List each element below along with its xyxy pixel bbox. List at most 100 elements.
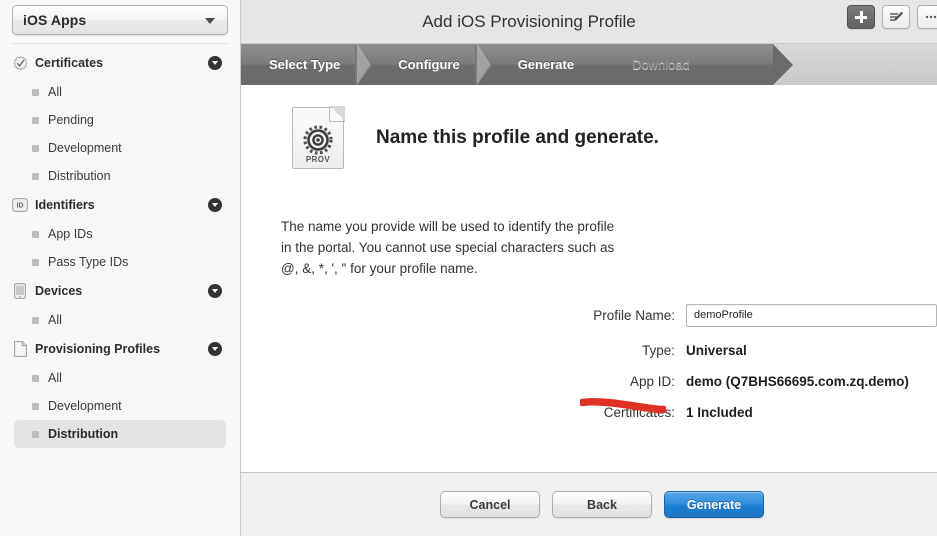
team-selector-label: iOS Apps	[23, 12, 87, 28]
edit-button[interactable]	[882, 5, 910, 29]
chevron-down-icon	[205, 18, 215, 24]
profile-form: Profile Name: Type: Universal App ID: demo (…	[241, 303, 937, 420]
bullet-icon	[32, 430, 39, 438]
field-label-profile-name: Profile Name:	[593, 307, 675, 323]
chevron-down-circle-icon[interactable]	[208, 284, 222, 298]
sidebar-section-label: Devices	[35, 284, 83, 298]
sidebar-section-provisioning-profiles[interactable]: Provisioning Profiles	[0, 334, 240, 364]
footer-actions: Cancel Back Generate	[241, 472, 937, 536]
sidebar-item-label: All	[48, 313, 62, 327]
step-select-type[interactable]: Select Type	[241, 44, 372, 85]
sidebar-section-label: Identifiers	[35, 198, 95, 212]
page-title: Add iOS Provisioning Profile	[422, 11, 636, 31]
chevron-down-circle-icon[interactable]	[208, 342, 222, 356]
bullet-icon	[32, 402, 39, 410]
sidebar: iOS Apps Certificates All Pending Developme…	[0, 0, 241, 536]
sidebar-item-distribution[interactable]: Distribution	[14, 420, 226, 448]
step-configure[interactable]: Configure	[370, 44, 491, 85]
sidebar-section-label: Certificates	[35, 56, 104, 70]
sidebar-item-label: Distribution	[48, 427, 119, 441]
sidebar-item-development[interactable]: Development	[14, 392, 226, 420]
phone-icon	[12, 283, 28, 299]
sidebar-item-development[interactable]: Development	[14, 134, 226, 162]
sidebar-item-pass-type-ids[interactable]: Pass Type IDs	[14, 248, 226, 276]
field-label-type: Type:	[641, 342, 675, 358]
icon-caption: PROV	[305, 155, 331, 164]
step-generate[interactable]: Generate	[490, 44, 604, 85]
content-area: PROV Name this profile and generate. The…	[241, 85, 937, 472]
document-icon	[12, 341, 28, 357]
bullet-icon	[32, 258, 39, 266]
sidebar-section-devices[interactable]: Devices	[0, 276, 240, 306]
more-button[interactable]	[917, 5, 937, 29]
sidebar-item-label: Development	[48, 399, 122, 413]
bullet-icon	[32, 172, 39, 180]
profile-name-input[interactable]	[686, 303, 937, 327]
step-separator-icon	[357, 44, 372, 85]
generate-button[interactable]: Generate	[664, 491, 764, 518]
field-value: 1 Included	[686, 404, 753, 420]
sidebar-section-label: Provisioning Profiles	[35, 342, 161, 356]
sidebar-item-label: Development	[48, 141, 122, 155]
sidebar-item-label: Pass Type IDs	[48, 255, 129, 269]
form-row: Certificates: 1 Included	[241, 405, 937, 420]
sidebar-item-label: All	[48, 371, 62, 385]
cancel-button[interactable]: Cancel	[440, 491, 540, 518]
bullet-icon	[32, 230, 39, 238]
sidebar-item-all[interactable]: All	[14, 364, 226, 392]
team-selector-wrap: iOS Apps	[0, 0, 240, 35]
content-header: PROV Name this profile and generate.	[241, 106, 937, 169]
sidebar-item-all[interactable]: All	[14, 78, 226, 106]
sidebar-item-label: App IDs	[48, 227, 93, 241]
certificate-seal-icon	[12, 55, 28, 71]
chevron-down-circle-icon[interactable]	[208, 56, 222, 70]
main-panel: Add iOS Provisioning Profile Select Type…	[241, 0, 937, 536]
field-value: Universal	[686, 342, 747, 358]
page-fold	[329, 106, 345, 122]
titlebar-actions	[847, 5, 937, 29]
provisioning-profile-icon: PROV	[292, 106, 345, 169]
step-label: Download	[632, 57, 690, 72]
sidebar-item-all[interactable]: All	[14, 306, 226, 334]
step-download[interactable]: Download	[604, 44, 720, 85]
id-badge-icon: ID	[12, 197, 28, 213]
bullet-icon	[32, 88, 39, 96]
more-icon	[925, 15, 937, 19]
bullet-icon	[32, 144, 39, 152]
sidebar-section-identifiers[interactable]: ID Identifiers	[0, 190, 240, 220]
bullet-icon	[32, 374, 39, 382]
field-label-app-id: App ID:	[629, 373, 675, 389]
bullet-icon	[32, 116, 39, 124]
sidebar-item-label: Distribution	[48, 169, 111, 183]
plus-icon	[855, 11, 867, 23]
sidebar-item-app-ids[interactable]: App IDs	[14, 220, 226, 248]
app-window: iOS Apps Certificates All Pending Developme…	[0, 0, 937, 536]
sidebar-item-label: Pending	[48, 113, 94, 127]
sidebar-section-certificates[interactable]: Certificates	[0, 48, 240, 78]
sidebar-item-distribution[interactable]: Distribution	[14, 162, 226, 190]
team-selector[interactable]: iOS Apps	[12, 5, 228, 35]
field-label-certificates: Certificates:	[603, 404, 675, 420]
back-button[interactable]: Back	[552, 491, 652, 518]
gear-icon	[303, 125, 333, 155]
step-label: Generate	[517, 57, 575, 72]
content-description: The name you provide will be used to ide…	[281, 219, 615, 276]
sidebar-nav: Certificates All Pending Development Distrib…	[0, 44, 240, 448]
field-value: demo (Q7BHS66695.com.zq.demo)	[686, 373, 909, 389]
step-label: Configure	[398, 57, 460, 72]
svg-text:ID: ID	[17, 203, 24, 210]
form-row: Profile Name:	[241, 303, 937, 327]
step-breadcrumb: Select Type Configure Generate Download	[241, 44, 937, 85]
add-button[interactable]	[847, 5, 875, 29]
titlebar: Add iOS Provisioning Profile	[241, 0, 937, 44]
chevron-down-circle-icon[interactable]	[208, 198, 222, 212]
content-heading: Name this profile and generate.	[376, 127, 659, 148]
form-row: Type: Universal	[241, 343, 937, 358]
step-separator-icon	[476, 44, 491, 85]
step-label: Select Type	[269, 57, 341, 72]
form-row: App ID: demo (Q7BHS66695.com.zq.demo)	[241, 374, 937, 389]
edit-pencil-icon	[889, 11, 903, 21]
sidebar-item-pending[interactable]: Pending	[14, 106, 226, 134]
sidebar-item-label: All	[48, 85, 62, 99]
bullet-icon	[32, 316, 39, 324]
